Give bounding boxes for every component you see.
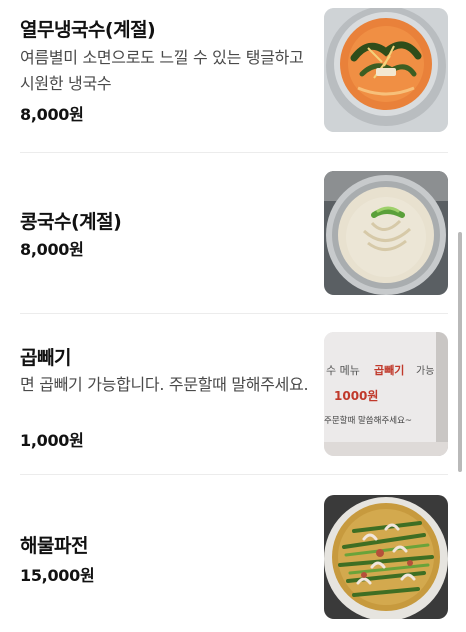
menu-item-name: 곱빼기 (20, 347, 71, 369)
menu-item-price: 8,000원 (20, 240, 84, 259)
sign-line-1c: 가능 (416, 365, 434, 377)
menu-item-price: 15,000원 (20, 566, 95, 585)
menu-item-photo[interactable] (324, 171, 448, 295)
haemul-pajeon-image (324, 495, 448, 619)
sign-line-3: 주문할때 말씀해주세요~ (324, 415, 412, 426)
menu-item-name: 열무냉국수(계절) (20, 19, 156, 41)
kongguksu-image (324, 171, 448, 295)
menu-item-photo[interactable] (324, 495, 448, 619)
sign-line-2: 1000원 (334, 389, 378, 403)
yeolmu-naengguksu-image (324, 8, 448, 132)
gopbaegi-sign-image: 수 메뉴 곱빼기 가능 1000원 주문할때 말씀해주세요~ (324, 332, 448, 456)
scrollbar[interactable] (458, 232, 462, 472)
menu-item-description: 면 곱빼기 가능합니다. 주문할때 말해주세요. (20, 375, 309, 394)
menu-item-name: 해물파전 (20, 535, 88, 557)
menu-item-price: 1,000원 (20, 431, 84, 450)
menu-item-photo[interactable]: 수 메뉴 곱빼기 가능 1000원 주문할때 말씀해주세요~ (324, 332, 448, 456)
menu-item-kongguksu[interactable]: 콩국수(계절) 8,000원 (0, 153, 466, 313)
sign-line-1b: 곱빼기 (374, 363, 404, 377)
menu-item-gopbaegi[interactable]: 곱빼기 면 곱빼기 가능합니다. 주문할때 말해주세요. 1,000원 수 메뉴… (0, 314, 466, 474)
menu-item-price: 8,000원 (20, 105, 84, 124)
sign-line-1a: 수 메뉴 (326, 364, 360, 377)
menu-item-name: 콩국수(계절) (20, 211, 122, 233)
menu-item-photo[interactable] (324, 8, 448, 132)
menu-item-description: 여름별미 소면으로도 느낄 수 있는 탱글하고 시원한 냉국수 (20, 48, 304, 93)
menu-item-haemul-pajeon[interactable]: 해물파전 15,000원 (0, 475, 466, 632)
menu-item-yeolmu-naengguksu[interactable]: 열무냉국수(계절) 여름별미 소면으로도 느낄 수 있는 탱글하고 시원한 냉국… (0, 0, 466, 152)
